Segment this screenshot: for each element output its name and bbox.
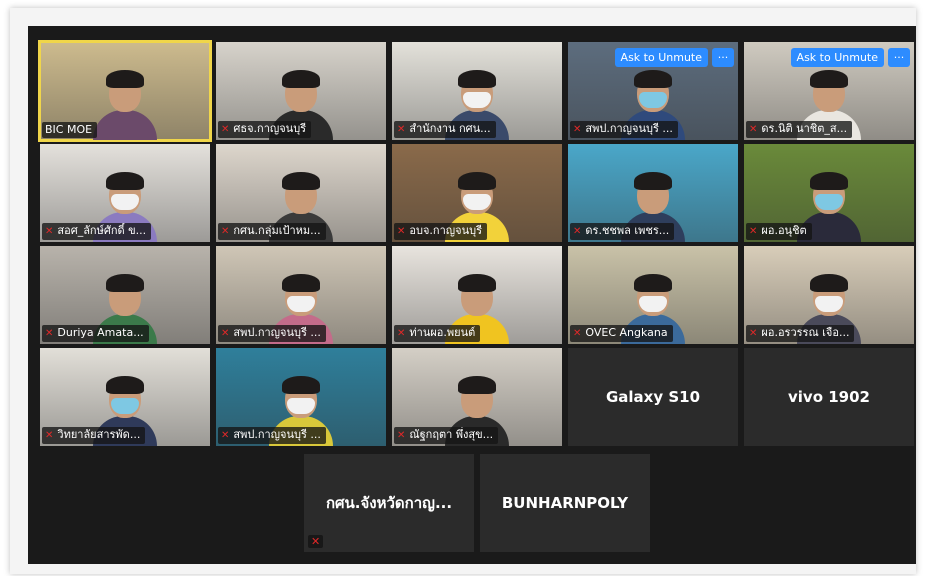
participant-name: OVEC Angkana [585, 326, 668, 339]
mic-muted-icon: ✕ [397, 124, 406, 135]
participant-name-label: ✕ อบจ.กาญจนบุรี [394, 223, 487, 240]
participant-name-label: ✕ ผอ.อรวรรณ เจือ... [746, 325, 855, 342]
video-tile[interactable]: ✕ ดร.นิติ นาชิต_ส... Ask to Unmute ··· [744, 42, 914, 140]
participant-name-label: ✕ ศธจ.กาญจนบุรี [218, 121, 312, 138]
mic-muted-icon: ✕ [308, 535, 324, 548]
mic-muted-icon: ✕ [45, 328, 54, 339]
mic-muted-icon: ✕ [45, 430, 54, 441]
video-tile[interactable]: ✕ สพป.กาญจนบุรี ... [216, 246, 386, 344]
participant-name-label: ✕ ณัฐกฤตา พึ่งสุข... [394, 427, 499, 444]
participant-name: ผอ.อรวรรณ เจือ... [761, 326, 850, 339]
participant-name-label: ✕ สพป.กาญจนบุรี ... [218, 325, 326, 342]
mic-muted-icon: ✕ [573, 124, 582, 135]
participant-name: กศน.จังหวัดกาญ... [325, 494, 453, 512]
video-tile[interactable]: ✕ วิทยาลัยสารพัด... [40, 348, 210, 446]
video-tile[interactable]: ✕ สำนักงาน กศน... [392, 42, 562, 140]
audio-only-tile[interactable]: กศน.จังหวัดกาญ... ✕ [304, 454, 474, 552]
mic-muted-icon: ✕ [573, 226, 582, 237]
mic-muted-icon: ✕ [749, 226, 758, 237]
zoom-gallery-view: BIC MOE ✕ ศธจ.กาญจนบุรี ✕ สำนักงาน กศน... … [28, 26, 916, 564]
mic-muted-icon: ✕ [573, 328, 582, 339]
participant-name: ท่านผอ.พยนต์ [409, 326, 476, 339]
mic-muted-icon: ✕ [45, 226, 54, 237]
ask-to-unmute-button[interactable]: Ask to Unmute [614, 48, 708, 67]
participant-name: vivo 1902 [788, 388, 870, 406]
mic-muted-icon: ✕ [221, 430, 230, 441]
video-tile[interactable]: ✕ ศธจ.กาญจนบุรี [216, 42, 386, 140]
participant-name-label: ✕ วิทยาลัยสารพัด... [42, 427, 146, 444]
video-tile[interactable]: ✕ สอศ_ลักษ์ศักดิ์ ข... [40, 144, 210, 242]
mic-muted-icon: ✕ [397, 226, 406, 237]
mic-muted-icon: ✕ [221, 226, 230, 237]
participant-name-label: ✕ OVEC Angkana [570, 325, 673, 342]
participant-name: สพป.กาญจนบุรี ... [233, 428, 321, 441]
audio-only-tile[interactable]: Galaxy S10 [568, 348, 738, 446]
participant-name-label: ✕ สำนักงาน กศน... [394, 121, 496, 138]
participant-name: อบจ.กาญจนบุรี [409, 224, 482, 237]
participant-name: ดร.ชชพล เพชร... [585, 224, 670, 237]
participant-name: ณัฐกฤตา พึ่งสุข... [409, 428, 494, 441]
video-tile[interactable]: ✕ อบจ.กาญจนบุรี [392, 144, 562, 242]
participant-name-label: ✕ สอศ_ลักษ์ศักดิ์ ข... [42, 223, 152, 240]
participant-video [93, 70, 157, 140]
video-tile[interactable]: ✕ Duriya Amata... [40, 246, 210, 344]
participant-name: สำนักงาน กศน... [409, 122, 491, 135]
participant-name: วิทยาลัยสารพัด... [57, 428, 141, 441]
participant-name-label: ✕ ดร.ชชพล เพชร... [570, 223, 675, 240]
ask-to-unmute-button[interactable]: Ask to Unmute [790, 48, 884, 67]
mic-muted-icon: ✕ [397, 430, 406, 441]
video-tile[interactable]: ✕ ผอ.อนุชิต [744, 144, 914, 242]
participant-name: BIC MOE [45, 123, 93, 136]
participant-name: ผอ.อนุชิต [761, 224, 807, 237]
participant-name: Duriya Amata... [57, 326, 144, 339]
participant-name-label: BIC MOE [42, 122, 98, 138]
video-tile[interactable]: ✕ กศน.กลุ่มเป้าหม... [216, 144, 386, 242]
participant-name-label: ✕ ผอ.อนุชิต [746, 223, 812, 240]
audio-only-tile[interactable]: vivo 1902 [744, 348, 914, 446]
participant-name: Galaxy S10 [605, 388, 701, 406]
video-tile[interactable]: ✕ ท่านผอ.พยนต์ [392, 246, 562, 344]
participant-name: BUNHARNPOLY [501, 494, 629, 512]
participant-name: สพป.กาญจนบุรี ... [233, 326, 321, 339]
participant-name: ศธจ.กาญจนบุรี [233, 122, 307, 135]
mic-muted-icon: ✕ [221, 124, 230, 135]
mic-muted-icon: ✕ [397, 328, 406, 339]
video-tile[interactable]: ✕ ผอ.อรวรรณ เจือ... [744, 246, 914, 344]
participant-name: กศน.กลุ่มเป้าหม... [233, 224, 321, 237]
participant-name-label: ✕ ดร.นิติ นาชิต_ส... [746, 121, 853, 138]
video-tile[interactable]: ✕ สพป.กาญจนบุรี ... Ask to Unmute ··· [568, 42, 738, 140]
participant-name-label: ✕ กศน.กลุ่มเป้าหม... [218, 223, 326, 240]
mic-muted-icon: ✕ [221, 328, 230, 339]
video-tile[interactable]: ✕ สพป.กาญจนบุรี ... [216, 348, 386, 446]
participant-name-label: ✕ ท่านผอ.พยนต์ [394, 325, 481, 342]
participant-name: ดร.นิติ นาชิต_ส... [761, 122, 848, 135]
mic-muted-icon: ✕ [749, 328, 758, 339]
audio-only-tile[interactable]: BUNHARNPOLY [480, 454, 650, 552]
more-options-button[interactable]: ··· [712, 48, 734, 67]
participant-name: สอศ_ลักษ์ศักดิ์ ข... [57, 224, 147, 237]
participant-name-label: ✕ สพป.กาญจนบุรี ... [570, 121, 678, 138]
video-tile[interactable]: ✕ ดร.ชชพล เพชร... [568, 144, 738, 242]
more-options-button[interactable]: ··· [888, 48, 910, 67]
video-tile[interactable]: ✕ OVEC Angkana [568, 246, 738, 344]
video-tile[interactable]: ✕ ณัฐกฤตา พึ่งสุข... [392, 348, 562, 446]
participant-name: สพป.กาญจนบุรี ... [585, 122, 673, 135]
participant-name-label: ✕ สพป.กาญจนบุรี ... [218, 427, 326, 444]
video-tile[interactable]: BIC MOE [38, 40, 212, 142]
mic-muted-icon: ✕ [749, 124, 758, 135]
participant-name-label: ✕ Duriya Amata... [42, 325, 149, 342]
